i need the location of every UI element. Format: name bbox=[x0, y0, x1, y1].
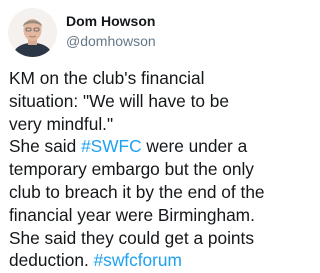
tweet-text-line: very mindful." bbox=[9, 113, 301, 136]
tweet-text-segment: temporary embargo but the only bbox=[9, 159, 254, 180]
tweet-text-segment: financial year were Birmingham. bbox=[9, 204, 255, 225]
author-name[interactable]: Dom Howson bbox=[66, 13, 155, 29]
tweet-text-line: temporary embargo but the only bbox=[9, 158, 301, 181]
hashtag-link[interactable]: #swfcforum bbox=[94, 250, 182, 270]
tweet-text-segment: club to breach it by the end of the bbox=[9, 181, 265, 202]
tweet-text-line: KM on the club's financial bbox=[9, 67, 301, 90]
tweet-text-segment: situation: "We will have to be bbox=[9, 90, 230, 111]
tweet-text-line: financial year were Birmingham. bbox=[9, 204, 301, 227]
avatar-photo-icon bbox=[8, 8, 57, 57]
tweet-text-line: club to breach it by the end of the bbox=[9, 181, 301, 204]
tweet-text-segment: deduction. bbox=[9, 250, 94, 271]
tweet-text: KM on the club's financial situation: "We… bbox=[9, 67, 301, 272]
tweet-text-line: situation: "We will have to be bbox=[9, 90, 301, 113]
tweet-text-segment: She said they could get a points bbox=[9, 227, 254, 248]
tweet-text-line: deduction. #swfcforum bbox=[9, 249, 301, 272]
hashtag-link[interactable]: #SWFC bbox=[81, 136, 141, 156]
tweet-text-segment: She said bbox=[9, 136, 82, 157]
tweet-text-segment: KM on the club's financial bbox=[9, 68, 205, 88]
tweet-text-segment: were under a bbox=[141, 136, 248, 157]
tweet-text-segment: very mindful." bbox=[9, 113, 114, 134]
tweet-text-line: She said #SWFC were under a bbox=[9, 135, 301, 158]
tweet-text-line: She said they could get a points bbox=[9, 227, 301, 250]
tweet-card: Dom Howson @domhowson KM on the club's f… bbox=[0, 0, 300, 273]
author-handle[interactable]: @domhowson bbox=[66, 33, 156, 49]
author-avatar[interactable] bbox=[8, 8, 57, 57]
